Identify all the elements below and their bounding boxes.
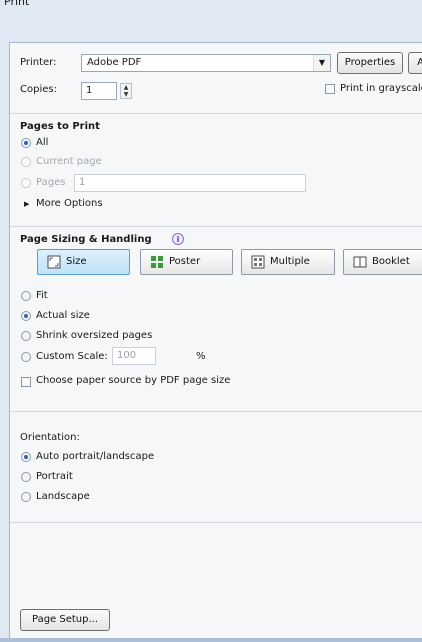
actual-size-label: Actual size [36, 310, 90, 321]
pages-title: Pages to Print [20, 121, 100, 132]
auto-orientation-radio[interactable] [21, 452, 31, 462]
orientation-title: Orientation: [20, 432, 80, 443]
custom-scale-radio[interactable] [21, 352, 31, 362]
sizing-section: Page Sizing & Handling i Size Poster Mul… [10, 227, 422, 412]
printer-section: Printer: Adobe PDF ▼ Properties A Copies… [10, 43, 422, 114]
copies-label: Copies: [20, 84, 57, 95]
pages-range-radio[interactable] [21, 178, 31, 188]
fit-label: Fit [36, 290, 48, 301]
printer-select[interactable]: Adobe PDF ▼ [81, 54, 331, 72]
orientation-section: Orientation: Auto portrait/landscape Por… [10, 412, 422, 523]
size-icon [47, 255, 61, 269]
portrait-radio[interactable] [21, 472, 31, 482]
actual-size-radio[interactable] [21, 311, 31, 321]
printer-label: Printer: [20, 57, 57, 68]
multiple-pages-icon [251, 255, 265, 269]
dialog-client: Printer: Adobe PDF ▼ Properties A Copies… [9, 42, 422, 639]
window-title: Print [4, 0, 30, 8]
booklet-mode-button[interactable]: Booklet [343, 249, 422, 275]
auto-orientation-label: Auto portrait/landscape [36, 451, 155, 462]
pages-range-input[interactable]: 1 [74, 174, 306, 192]
advanced-button[interactable]: A [408, 52, 422, 74]
chevron-down-icon: ▼ [313, 55, 330, 71]
dialog-footer: Page Setup... [10, 523, 422, 639]
copies-stepper[interactable]: ▲ ▼ [120, 83, 132, 99]
paper-source-checkbox[interactable] [21, 377, 31, 387]
booklet-icon [353, 256, 367, 268]
window-bottom-border [0, 638, 422, 642]
fit-radio[interactable] [21, 291, 31, 301]
custom-scale-input[interactable]: 100 [112, 347, 156, 365]
shrink-radio[interactable] [21, 331, 31, 341]
grayscale-label: Print in grayscale [340, 83, 422, 94]
pages-range-label: Pages [36, 177, 66, 188]
printer-select-value: Adobe PDF [87, 57, 142, 68]
paper-source-label: Choose paper source by PDF page size [36, 375, 231, 386]
pages-current-label: Current page [36, 156, 102, 167]
grayscale-checkbox[interactable] [325, 84, 335, 94]
portrait-label: Portrait [36, 471, 73, 482]
pages-section: Pages to Print All Current page Pages 1 … [10, 114, 422, 227]
landscape-label: Landscape [36, 491, 90, 502]
landscape-radio[interactable] [21, 492, 31, 502]
pages-all-label: All [36, 137, 49, 148]
window-titlebar[interactable]: Print [0, 0, 422, 32]
shrink-label: Shrink oversized pages [36, 330, 153, 341]
pages-current-radio[interactable] [21, 157, 31, 167]
sizing-title: Page Sizing & Handling [20, 234, 152, 245]
poster-mode-button[interactable]: Poster [140, 249, 233, 275]
pages-all-radio[interactable] [21, 138, 31, 148]
copies-input[interactable]: 1 [81, 82, 117, 100]
page-setup-button[interactable]: Page Setup... [20, 609, 110, 631]
more-options-toggle[interactable]: More Options [36, 198, 103, 209]
properties-button[interactable]: Properties [337, 52, 403, 74]
percent-label: % [196, 351, 206, 362]
window-frame: Printer: Adobe PDF ▼ Properties A Copies… [0, 32, 422, 642]
poster-icon [151, 256, 163, 268]
info-icon[interactable]: i [172, 233, 184, 245]
size-mode-button[interactable]: Size [37, 249, 130, 275]
custom-scale-label: Custom Scale: [36, 351, 108, 362]
sizing-button-row: Size Poster Multiple Booklet [10, 249, 422, 277]
multiple-mode-button[interactable]: Multiple [241, 249, 335, 275]
expand-triangle-icon[interactable]: ▶ [24, 200, 29, 208]
